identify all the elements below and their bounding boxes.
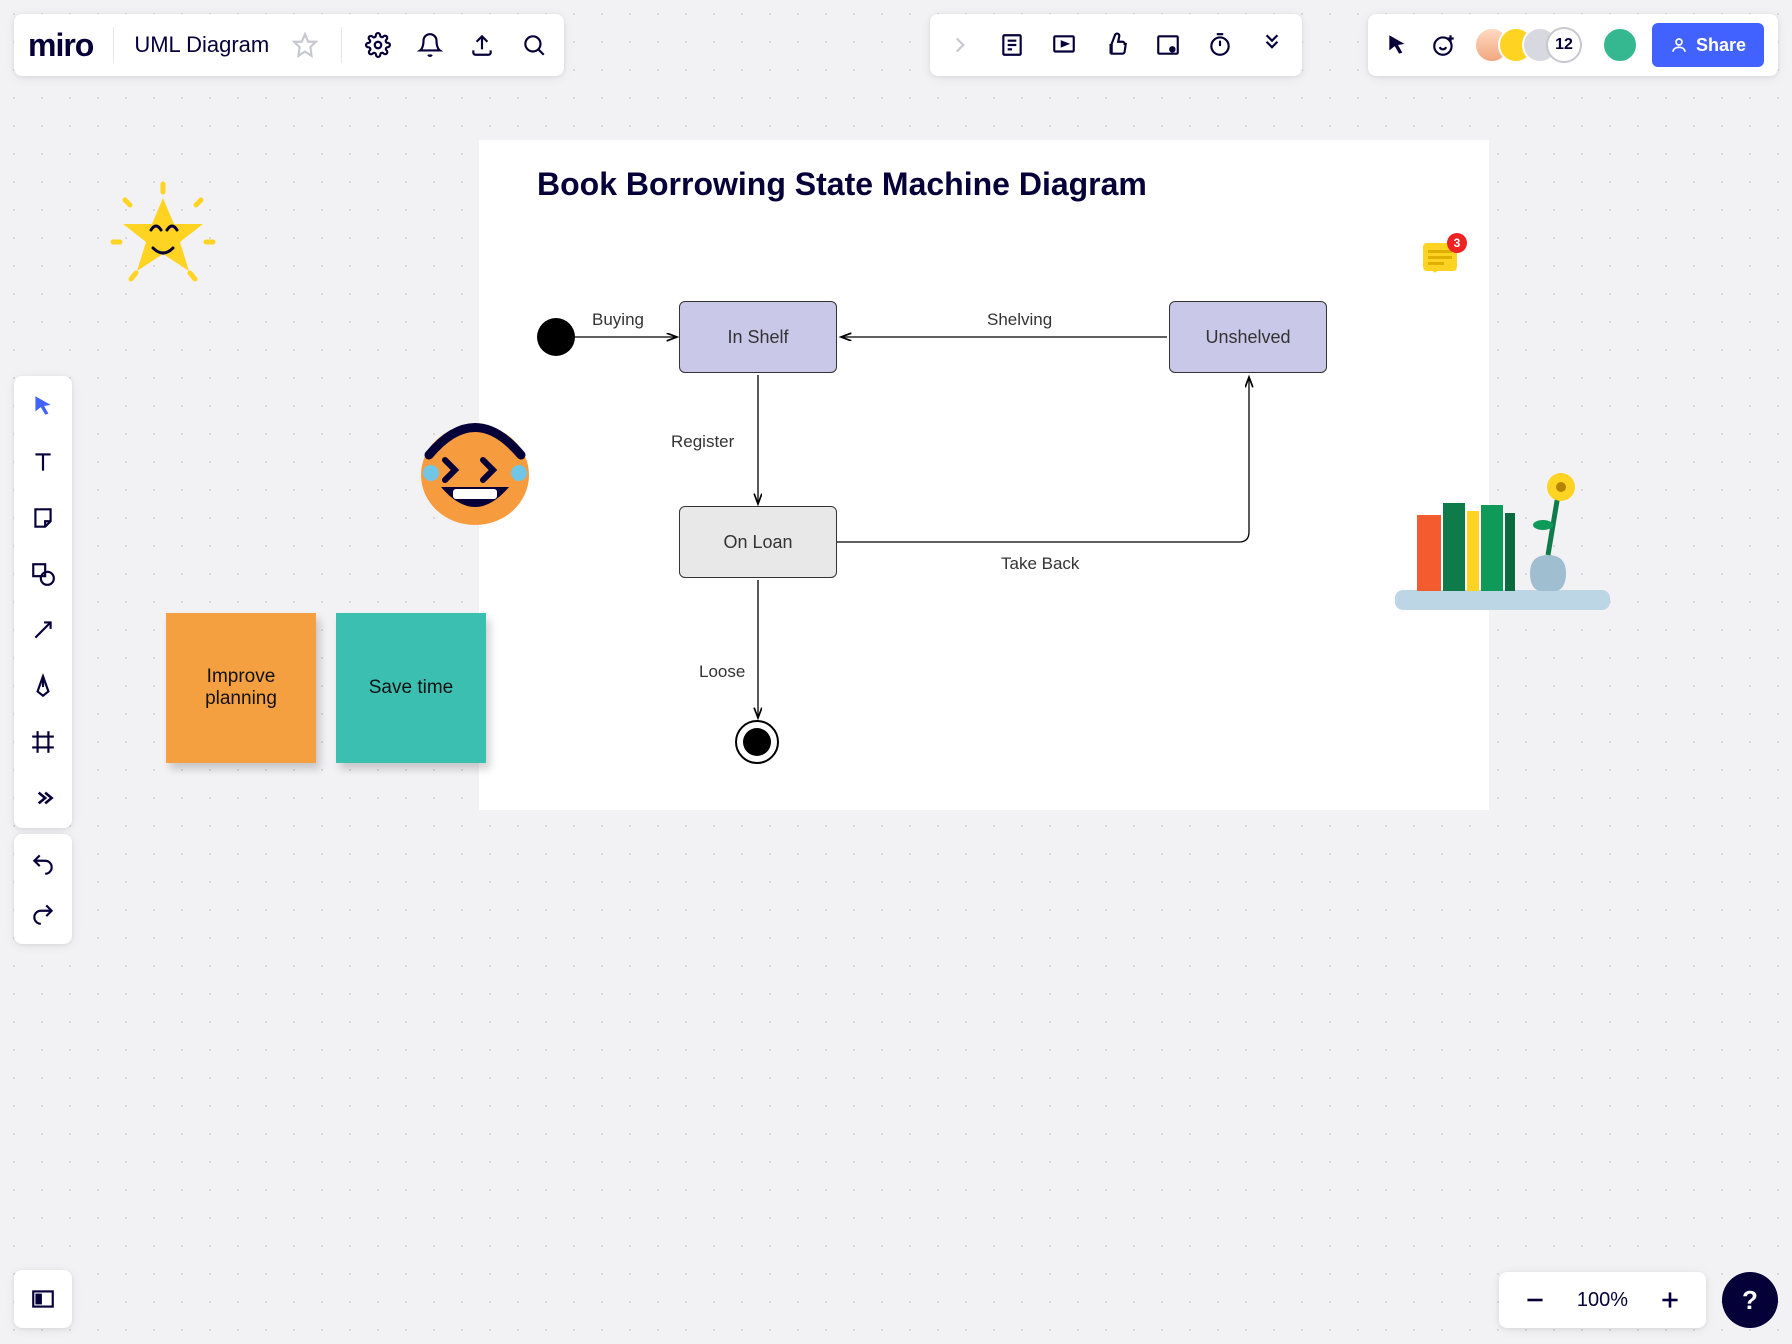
redo-icon[interactable]	[27, 898, 59, 930]
help-button[interactable]: ?	[1722, 1272, 1778, 1328]
miro-logo[interactable]: miro	[28, 27, 93, 64]
export-icon[interactable]	[466, 29, 498, 61]
select-tool-icon[interactable]	[27, 390, 59, 422]
star-sticker[interactable]	[103, 176, 223, 296]
divider	[113, 27, 114, 63]
settings-icon[interactable]	[362, 29, 394, 61]
chevron-right-icon[interactable]	[944, 29, 976, 61]
comment-icon[interactable]: 3	[1423, 243, 1457, 271]
more-apps-icon[interactable]	[1256, 29, 1288, 61]
sticky-note[interactable]: Improve planning	[166, 613, 316, 763]
share-label: Share	[1696, 35, 1746, 56]
hide-cursors-icon[interactable]	[1382, 29, 1414, 61]
edge-label-takeback: Take Back	[1001, 554, 1079, 574]
sticky-text: Improve planning	[176, 666, 306, 710]
laugh-sticker[interactable]	[413, 415, 538, 530]
bookshelf-sticker[interactable]	[1395, 455, 1610, 615]
more-tools-icon[interactable]	[27, 782, 59, 814]
diagram-frame[interactable]: Book Borrowing State Machine Diagram In …	[479, 140, 1489, 810]
zoom-out-icon[interactable]	[1519, 1284, 1551, 1316]
edge-label-buying: Buying	[592, 310, 644, 330]
zoom-in-icon[interactable]	[1654, 1284, 1686, 1316]
connector-tool-icon[interactable]	[27, 614, 59, 646]
edge-label-loose: Loose	[699, 662, 745, 682]
voting-icon[interactable]	[1152, 29, 1184, 61]
edges	[479, 140, 1489, 810]
search-icon[interactable]	[518, 29, 550, 61]
reactions-icon[interactable]	[1100, 29, 1132, 61]
reactions-add-icon[interactable]	[1428, 29, 1460, 61]
sticky-text: Save time	[369, 677, 453, 699]
present-icon[interactable]	[1048, 29, 1080, 61]
pen-tool-icon[interactable]	[27, 670, 59, 702]
frame-tool-icon[interactable]	[27, 726, 59, 758]
edge-label-register: Register	[671, 432, 734, 452]
shape-tool-icon[interactable]	[27, 558, 59, 590]
minimap-icon[interactable]	[27, 1283, 59, 1315]
current-user-avatar[interactable]	[1602, 27, 1638, 63]
zoom-percent[interactable]: 100%	[1577, 1289, 1628, 1312]
bell-icon[interactable]	[414, 29, 446, 61]
text-tool-icon[interactable]	[27, 446, 59, 478]
sticky-tool-icon[interactable]	[27, 502, 59, 534]
undo-icon[interactable]	[27, 848, 59, 880]
sticky-note[interactable]: Save time	[336, 613, 486, 763]
edge-label-shelving: Shelving	[987, 310, 1052, 330]
timer-icon[interactable]	[1204, 29, 1236, 61]
collaborator-avatars[interactable]: 12	[1474, 27, 1582, 63]
comment-count: 3	[1447, 233, 1467, 253]
notes-icon[interactable]	[996, 29, 1028, 61]
avatar-overflow-count[interactable]: 12	[1546, 27, 1582, 63]
divider	[341, 27, 342, 63]
share-button[interactable]: Share	[1652, 23, 1764, 67]
board-title[interactable]: UML Diagram	[134, 32, 269, 58]
star-icon[interactable]	[289, 29, 321, 61]
